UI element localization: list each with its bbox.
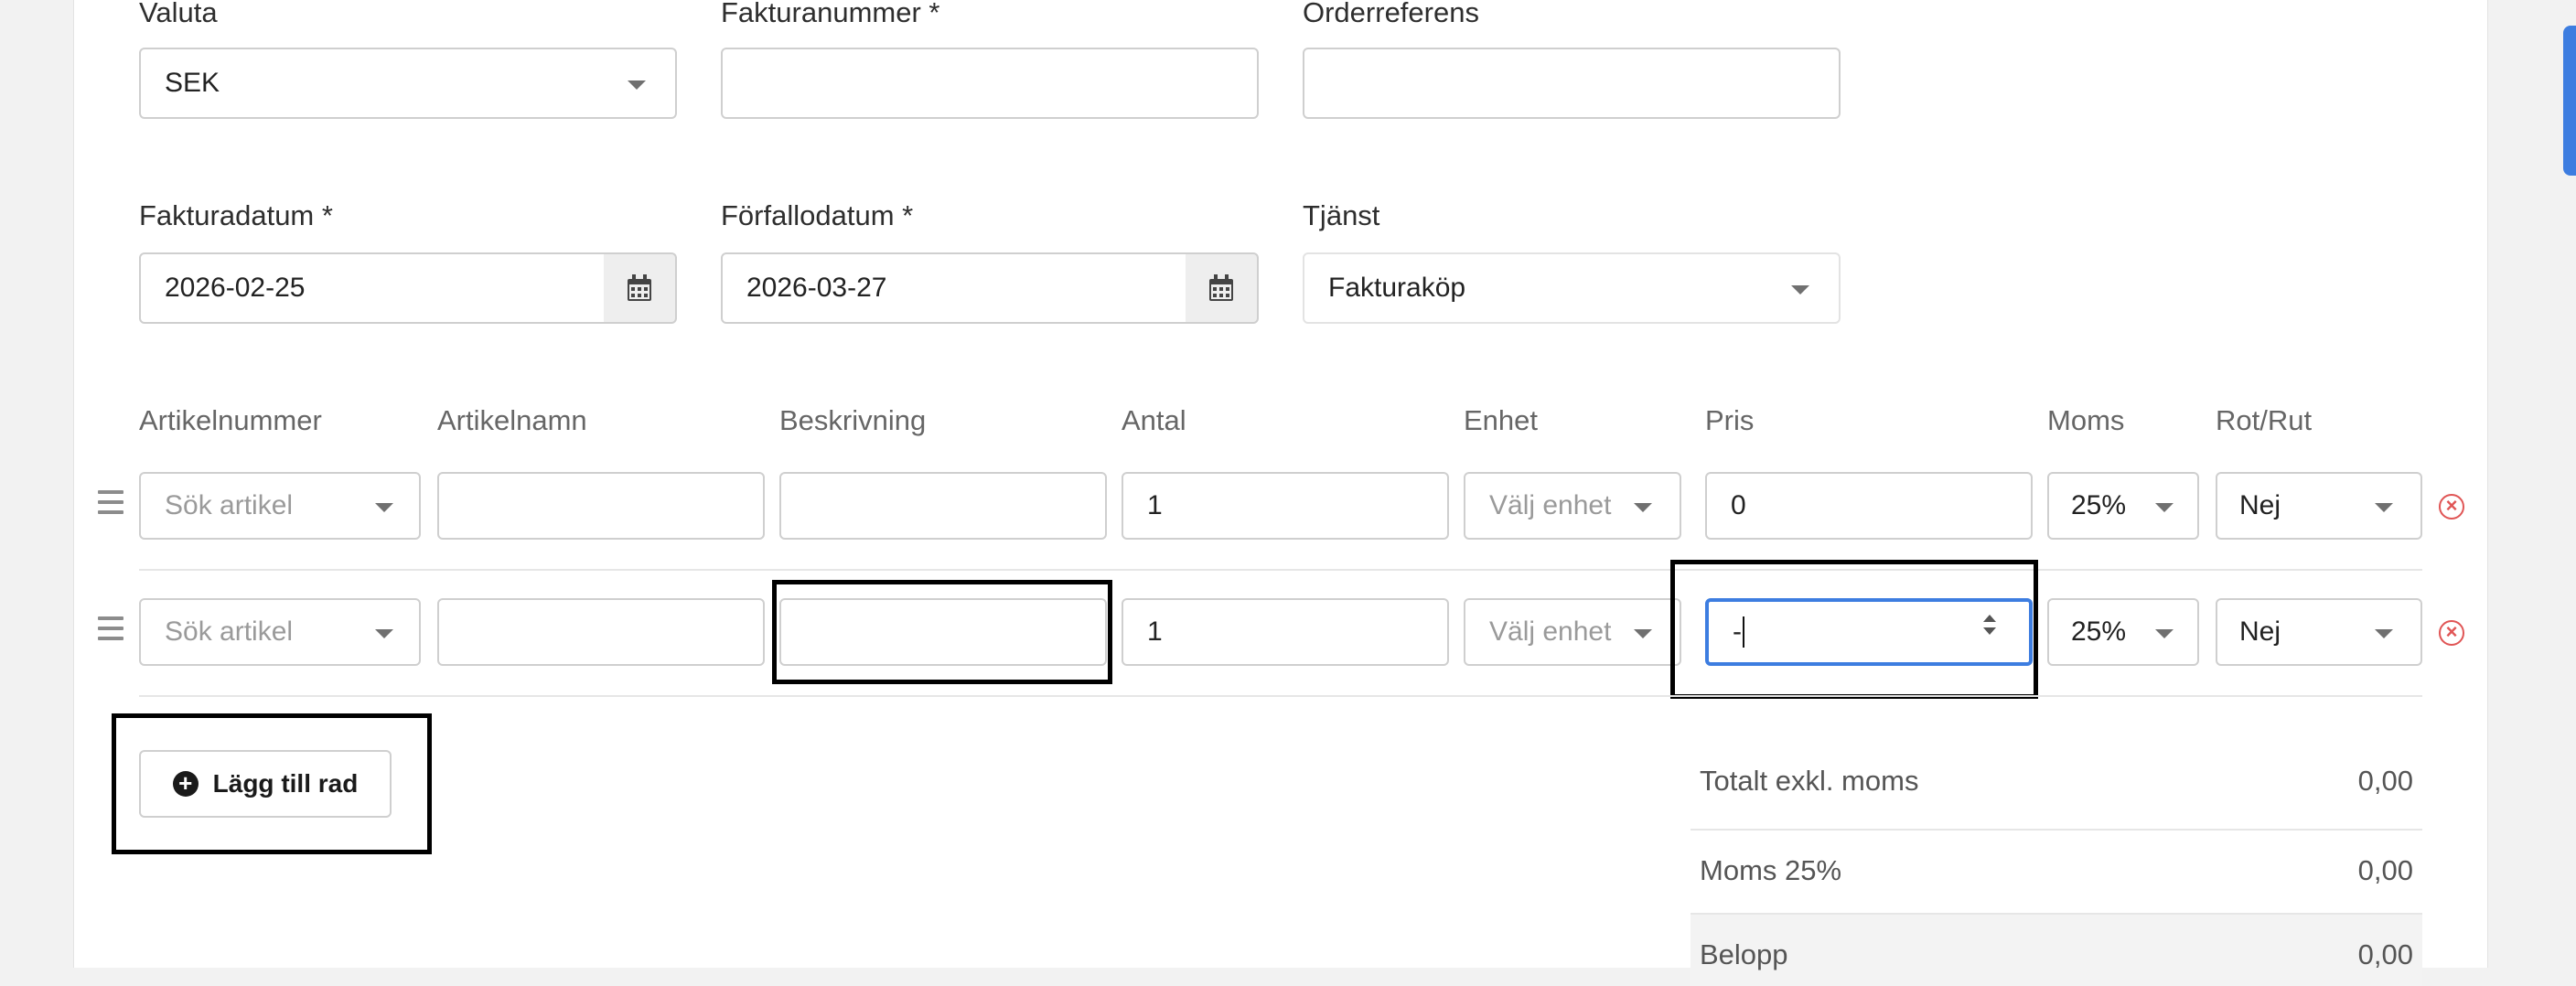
article-search-select[interactable]: Sök artikel (139, 472, 421, 540)
currency-label: Valuta (139, 0, 218, 28)
unit-select[interactable]: Välj enhet (1464, 598, 1681, 666)
article-search-placeholder: Sök artikel (165, 616, 294, 647)
col-header-unit: Enhet (1464, 404, 1539, 436)
price-highlight-box (1670, 560, 2038, 699)
unit-placeholder: Välj enhet (1489, 490, 1612, 520)
chevron-down-icon (375, 503, 393, 512)
due-date-calendar-button[interactable] (1186, 252, 1259, 324)
col-header-article-number: Artikelnummer (139, 404, 322, 436)
invoice-number-label: Fakturanummer * (721, 0, 940, 28)
summary-excl-vat-label: Totalt exkl. moms (1700, 765, 1919, 797)
summary-excl-vat-row: Totalt exkl. moms 0,00 (1690, 750, 2422, 812)
chevron-down-icon (2155, 629, 2174, 638)
summary-vat-label: Moms 25% (1700, 854, 1842, 886)
summary-amount-label: Belopp (1700, 938, 1788, 970)
chevron-down-icon (1791, 285, 1809, 295)
chevron-down-icon (2155, 503, 2174, 512)
rot-rut-value: Nej (2239, 490, 2281, 520)
row-divider (139, 695, 2422, 697)
add-row-button[interactable]: + Lägg till rad (139, 750, 392, 818)
article-name-input[interactable] (437, 472, 765, 540)
add-row-label: Lägg till rad (212, 769, 359, 798)
col-header-rot-rut: Rot/Rut (2216, 404, 2313, 436)
vat-select[interactable]: 25% (2047, 598, 2199, 666)
article-search-select[interactable]: Sök artikel (139, 598, 421, 666)
rot-rut-select[interactable]: Nej (2216, 472, 2422, 540)
rot-rut-value: Nej (2239, 616, 2281, 647)
remove-row-icon[interactable]: × (2439, 494, 2464, 520)
due-date-input[interactable]: 2026-03-27 (721, 252, 1187, 324)
due-date-label: Förfallodatum * (721, 199, 914, 231)
invoice-date-input[interactable]: 2026-02-25 (139, 252, 606, 324)
chevron-down-icon (1634, 629, 1652, 638)
row-divider (139, 569, 2422, 571)
quantity-input[interactable]: 1 (1122, 472, 1449, 540)
description-highlight-box (772, 580, 1112, 684)
invoice-number-input[interactable] (721, 48, 1259, 119)
plus-circle-icon: + (172, 771, 199, 797)
summary-vat-value: 0,00 (2357, 854, 2413, 886)
col-header-article-name: Artikelnamn (437, 404, 587, 436)
remove-row-icon[interactable]: × (2439, 620, 2464, 646)
calendar-icon (628, 274, 651, 301)
drag-handle-icon[interactable] (98, 490, 123, 520)
rot-rut-select[interactable]: Nej (2216, 598, 2422, 666)
chevron-down-icon (2375, 629, 2393, 638)
vat-value: 25% (2071, 616, 2127, 647)
drag-handle-icon[interactable] (98, 616, 123, 647)
description-input[interactable] (779, 472, 1107, 540)
price-input[interactable]: 0 (1705, 472, 2033, 540)
chevron-down-icon (628, 80, 646, 90)
order-reference-label: Orderreferens (1303, 0, 1479, 28)
unit-placeholder: Välj enhet (1489, 616, 1612, 647)
summary-vat-row: Moms 25% 0,00 (1690, 840, 2422, 902)
chevron-down-icon (2375, 503, 2393, 512)
currency-select[interactable]: SEK (139, 48, 677, 119)
quantity-input[interactable]: 1 (1122, 598, 1449, 666)
order-reference-input[interactable] (1303, 48, 1841, 119)
col-header-quantity: Antal (1122, 404, 1186, 436)
col-header-price: Pris (1705, 404, 1755, 436)
vat-select[interactable]: 25% (2047, 472, 2199, 540)
scrollbar-thumb[interactable] (2563, 26, 2576, 176)
calendar-icon (1209, 274, 1233, 301)
service-select[interactable]: Fakturaköp (1303, 252, 1841, 324)
summary-amount-row: Belopp 0,00 (1690, 913, 2422, 986)
invoice-date-label: Fakturadatum * (139, 199, 333, 231)
service-value: Fakturaköp (1328, 273, 1466, 303)
invoice-date-calendar-button[interactable] (604, 252, 677, 324)
service-label: Tjänst (1303, 199, 1380, 231)
summary-excl-vat-value: 0,00 (2357, 765, 2413, 797)
currency-value: SEK (165, 68, 220, 98)
article-search-placeholder: Sök artikel (165, 490, 294, 520)
article-name-input[interactable] (437, 598, 765, 666)
chevron-down-icon (375, 629, 393, 638)
unit-select[interactable]: Välj enhet (1464, 472, 1681, 540)
vat-value: 25% (2071, 490, 2127, 520)
summary-divider (1690, 829, 2422, 831)
summary-amount-value: 0,00 (2357, 938, 2413, 970)
chevron-down-icon (1634, 503, 1652, 512)
col-header-vat: Moms (2047, 404, 2125, 436)
col-header-description: Beskrivning (779, 404, 927, 436)
